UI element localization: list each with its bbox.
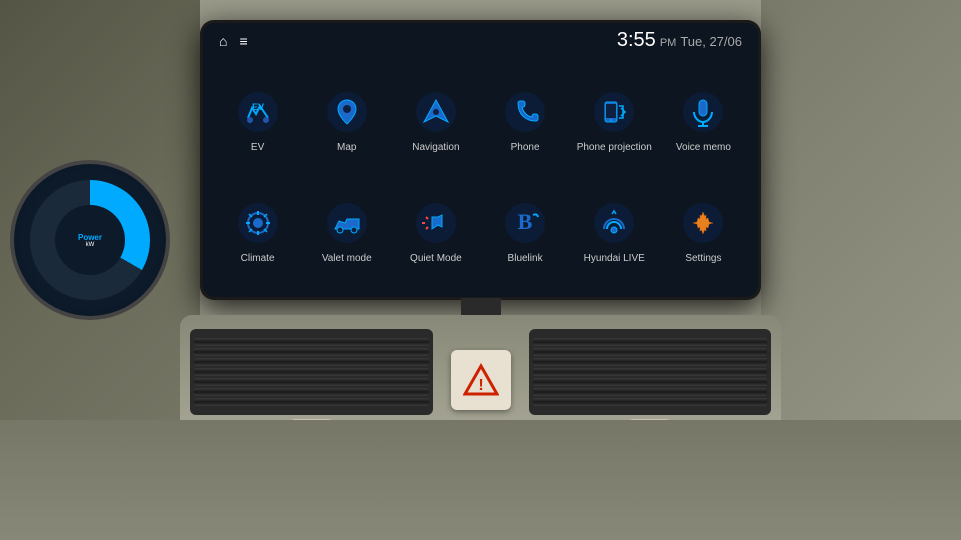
screen: ⌂ ≡ 3:55 PM Tue, 27/06 EV: [203, 23, 758, 297]
hyundai-live-label: Hyundai LIVE: [584, 253, 645, 265]
ev-icon: EV: [232, 86, 284, 138]
gauge-cluster: Power kW: [10, 160, 170, 320]
vent-slat: [533, 358, 768, 366]
app-item-bluelink[interactable]: B Bluelink: [482, 178, 567, 286]
gauge-unit: kW: [86, 242, 95, 248]
gauge-center: Power kW: [55, 205, 125, 275]
settings-icon: [677, 197, 729, 249]
svg-text:!: !: [478, 377, 483, 394]
time-value: 3:55: [617, 29, 656, 52]
valet-mode-label: Valet mode: [322, 253, 372, 265]
vent-slat: [533, 398, 768, 406]
app-item-hyundai-live[interactable]: Hyundai LIVE: [572, 178, 657, 286]
vent-slat: [533, 368, 768, 376]
vent-slat: [194, 398, 429, 406]
left-vent-group: [190, 329, 433, 415]
vent-slat: [533, 378, 768, 386]
app-item-phone-projection[interactable]: Phone projection: [572, 66, 657, 174]
bottom-console: [0, 420, 961, 540]
ev-label: EV: [251, 142, 264, 154]
phone-projection-label: Phone projection: [577, 142, 652, 154]
hazard-area: !: [441, 350, 521, 410]
voice-memo-label: Voice memo: [676, 142, 731, 154]
app-item-voice-memo[interactable]: Voice memo: [661, 66, 746, 174]
vent-slat: [533, 338, 768, 346]
hyundai-live-icon: [588, 197, 640, 249]
time-display: 3:55 PM Tue, 27/06: [617, 29, 742, 52]
app-item-valet-mode[interactable]: Valet mode: [304, 178, 389, 286]
vent-slat: [194, 338, 429, 346]
home-icon[interactable]: ⌂: [219, 33, 227, 49]
valet-mode-icon: [321, 197, 373, 249]
time-ampm: PM: [660, 37, 677, 49]
hazard-button[interactable]: !: [451, 350, 511, 410]
status-bar: ⌂ ≡ 3:55 PM Tue, 27/06: [203, 23, 758, 58]
app-item-settings[interactable]: Settings: [661, 178, 746, 286]
climate-icon: [232, 197, 284, 249]
bluelink-label: Bluelink: [508, 253, 543, 265]
map-label: Map: [337, 142, 356, 154]
app-item-quiet-mode[interactable]: Quiet Mode: [393, 178, 478, 286]
climate-label: Climate: [241, 253, 275, 265]
app-item-navigation[interactable]: Navigation: [393, 66, 478, 174]
date-value: Tue, 27/06: [680, 34, 742, 49]
app-item-phone[interactable]: Phone: [482, 66, 567, 174]
navigation-icon: [410, 86, 462, 138]
vent-slat: [194, 378, 429, 386]
bluelink-icon: B: [499, 197, 551, 249]
svg-text:B: B: [518, 209, 533, 234]
screen-bezel: ⌂ ≡ 3:55 PM Tue, 27/06 EV: [200, 20, 761, 300]
gauge-label: Power: [78, 233, 102, 242]
status-left: ⌂ ≡: [219, 33, 248, 49]
phone-icon: [499, 86, 551, 138]
app-item-ev[interactable]: EV EV: [215, 66, 300, 174]
vent-slat: [533, 388, 768, 396]
settings-label: Settings: [685, 253, 721, 265]
quiet-mode-label: Quiet Mode: [410, 253, 462, 265]
vent-slat: [194, 358, 429, 366]
voice-memo-icon: [677, 86, 729, 138]
navigation-label: Navigation: [412, 142, 459, 154]
vent-slat: [533, 348, 768, 356]
quiet-mode-icon: [410, 197, 462, 249]
vent-slat: [194, 388, 429, 396]
phone-label: Phone: [511, 142, 540, 154]
vent-slat: [194, 348, 429, 356]
menu-icon[interactable]: ≡: [239, 33, 247, 49]
app-item-map[interactable]: Map: [304, 66, 389, 174]
app-grid: EV EV: [203, 58, 758, 297]
map-icon: [321, 86, 373, 138]
right-vent-group: [529, 329, 772, 415]
app-item-climate[interactable]: Climate: [215, 178, 300, 286]
phone-projection-icon: [588, 86, 640, 138]
vent-slat: [194, 368, 429, 376]
gauge-inner: Power kW: [30, 180, 150, 300]
